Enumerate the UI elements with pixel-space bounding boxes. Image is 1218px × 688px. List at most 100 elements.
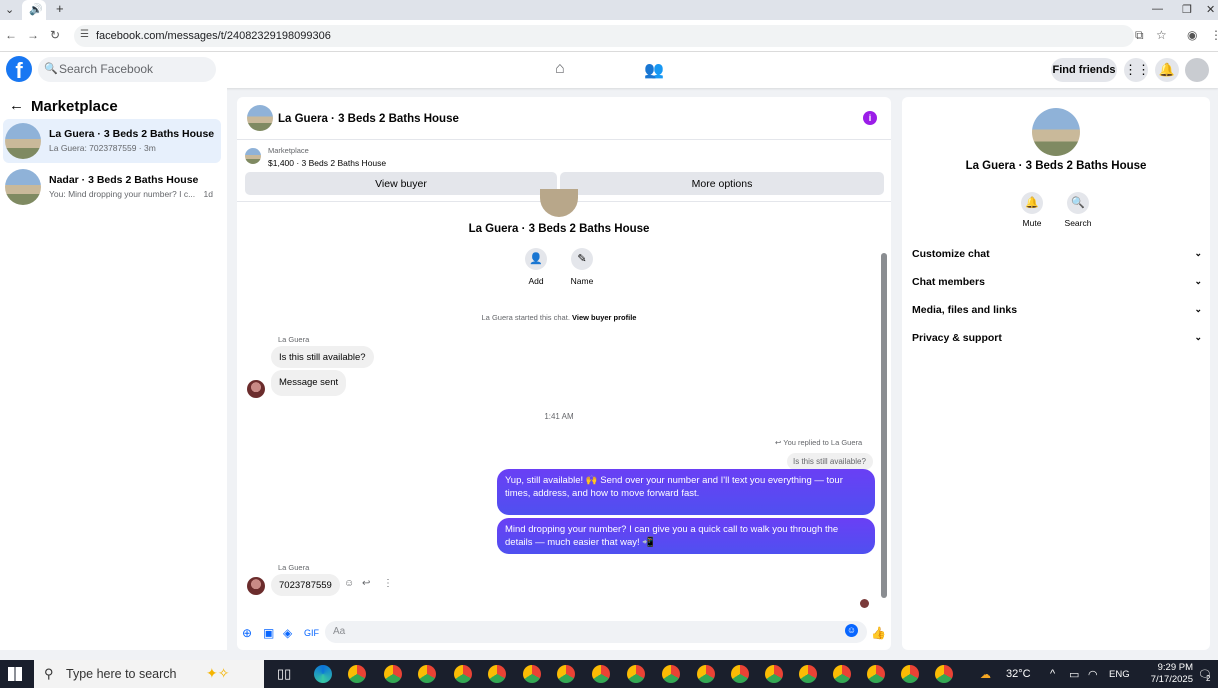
back-arrow-icon[interactable]: ← xyxy=(9,97,24,114)
quoted-message[interactable]: Is this still available? xyxy=(787,453,873,470)
pencil-icon: ✎ xyxy=(571,248,593,270)
chrome-icon[interactable] xyxy=(662,665,680,683)
react-emoji-icon[interactable]: ☺ xyxy=(344,578,354,589)
time-divider: 1:41 AM xyxy=(544,412,574,421)
mute-button[interactable]: 🔔 Mute xyxy=(1012,192,1052,228)
tab-list-icon[interactable]: ⌄ xyxy=(5,3,14,16)
close-window-icon[interactable]: ✕ xyxy=(1206,3,1215,16)
bell-icon: 🔔 xyxy=(1021,192,1043,214)
chevron-up-icon[interactable]: ^ xyxy=(1050,668,1055,680)
chrome-icon[interactable] xyxy=(867,665,885,683)
reply-icon[interactable]: ↩ xyxy=(362,578,370,589)
chrome-icon[interactable] xyxy=(488,665,506,683)
chrome-icon[interactable] xyxy=(384,665,402,683)
taskbar-clock[interactable]: 9:29 PM 7/17/2025 xyxy=(1133,662,1193,686)
sticker-icon[interactable]: ◈ xyxy=(283,626,292,640)
task-view-icon[interactable]: ▯▯ xyxy=(277,666,291,682)
chrome-icon[interactable] xyxy=(935,665,953,683)
chrome-icon[interactable] xyxy=(523,665,541,683)
bookmark-star-icon[interactable]: ☆ xyxy=(1156,28,1167,42)
notifications-bell-icon[interactable]: 🔔 xyxy=(1155,58,1179,82)
install-icon[interactable]: ⧉ xyxy=(1135,28,1144,43)
sender-name: La Guera xyxy=(278,335,310,344)
chat-started-notice: La Guera started this chat. View buyer p… xyxy=(237,313,881,322)
chrome-icon[interactable] xyxy=(592,665,610,683)
site-settings-icon[interactable]: ☰ xyxy=(80,29,89,40)
marketplace-label: Marketplace xyxy=(268,146,309,155)
incoming-message[interactable]: 7023787559 xyxy=(271,574,340,596)
temperature[interactable]: 32°C xyxy=(1006,668,1031,680)
language-indicator[interactable]: ENG xyxy=(1109,669,1130,680)
outgoing-message[interactable]: Yup, still available! 🙌 Send over your n… xyxy=(497,469,875,515)
view-buyer-button[interactable]: View buyer xyxy=(245,172,557,195)
plus-icon[interactable]: ⊕ xyxy=(242,626,252,640)
add-people-button[interactable]: 👤 Add xyxy=(516,248,556,286)
edit-name-button[interactable]: ✎ Name xyxy=(562,248,602,286)
chrome-icon[interactable] xyxy=(557,665,575,683)
chrome-icon[interactable] xyxy=(454,665,472,683)
scrollbar-thumb[interactable] xyxy=(881,253,887,598)
chrome-icon[interactable] xyxy=(348,665,366,683)
customize-chat-section[interactable]: Customize chat ⌄ xyxy=(912,248,1202,260)
chrome-icon[interactable] xyxy=(731,665,749,683)
media-files-links-section[interactable]: Media, files and links ⌄ xyxy=(912,304,1202,316)
chrome-icon[interactable] xyxy=(697,665,715,683)
taskbar-search[interactable]: ⚲ Type here to search ✦✧ xyxy=(34,660,264,688)
conversation-item[interactable]: La Guera · 3 Beds 2 Baths House La Guera… xyxy=(3,119,221,163)
search-input[interactable]: 🔍 Search Facebook xyxy=(38,57,216,82)
find-friends-button[interactable]: Find friends xyxy=(1051,58,1117,82)
chrome-icon[interactable] xyxy=(901,665,919,683)
home-icon[interactable]: ⌂ xyxy=(555,60,565,78)
browser-tab[interactable]: 🔊 xyxy=(22,0,46,20)
search-label: Search xyxy=(1064,218,1092,228)
account-avatar[interactable] xyxy=(1185,58,1209,82)
profile-icon[interactable]: ◉ xyxy=(1187,28,1197,42)
apps-grid-icon[interactable]: ⋮⋮ xyxy=(1124,58,1150,82)
view-buyer-profile-link[interactable]: View buyer profile xyxy=(572,313,636,322)
like-thumb-icon[interactable]: 👍 xyxy=(871,626,886,640)
new-tab-icon[interactable]: + xyxy=(56,1,64,16)
weather-icon[interactable]: ☁ xyxy=(980,668,991,681)
forward-icon[interactable]: → xyxy=(27,28,39,42)
emoji-icon[interactable]: ☺ xyxy=(845,624,858,637)
chrome-icon[interactable] xyxy=(627,665,645,683)
outgoing-message[interactable]: Mind dropping your number? I can give yo… xyxy=(497,518,875,554)
wifi-icon[interactable]: ◠ xyxy=(1088,668,1098,681)
sender-avatar xyxy=(247,577,265,595)
chrome-icon[interactable] xyxy=(799,665,817,683)
chat-scrollbar[interactable] xyxy=(880,203,888,607)
back-icon[interactable]: ← xyxy=(5,28,17,42)
reload-icon[interactable]: ↻ xyxy=(50,28,60,42)
chat-avatar[interactable] xyxy=(247,105,273,131)
url-input[interactable]: ☰ facebook.com/messages/t/24082329198099… xyxy=(74,25,1134,47)
facebook-logo[interactable]: f xyxy=(6,56,32,83)
device-icon[interactable]: ▭ xyxy=(1069,668,1079,681)
windows-start-icon[interactable] xyxy=(8,667,22,681)
sender-avatar xyxy=(247,380,265,398)
message-input[interactable]: Aa ☺ xyxy=(325,621,867,643)
search-conversation-button[interactable]: 🔍 Search xyxy=(1058,192,1098,228)
conversation-sidebar: ← Marketplace La Guera · 3 Beds 2 Baths … xyxy=(0,88,227,650)
chrome-icon[interactable] xyxy=(418,665,436,683)
incoming-message[interactable]: Message sent xyxy=(271,370,347,396)
chrome-icon[interactable] xyxy=(833,665,851,683)
menu-dots-icon[interactable]: ⋮ xyxy=(1210,28,1218,42)
incoming-message[interactable]: Is this still available? xyxy=(271,346,374,368)
more-actions-icon[interactable]: ⋮ xyxy=(383,578,393,589)
listing-title[interactable]: $1,400 · 3 Beds 2 Baths House xyxy=(268,158,386,168)
restore-icon[interactable]: ❐ xyxy=(1182,3,1192,16)
friends-icon[interactable]: 👥 xyxy=(644,60,664,80)
chat-title[interactable]: La Guera · 3 Beds 2 Baths House xyxy=(278,113,459,125)
chat-members-section[interactable]: Chat members ⌄ xyxy=(912,276,1202,288)
edge-browser-icon[interactable] xyxy=(314,665,332,683)
info-icon[interactable]: i xyxy=(863,111,877,125)
more-options-button[interactable]: More options xyxy=(560,172,884,195)
minimize-icon[interactable]: — xyxy=(1152,3,1163,15)
started-text: La Guera started this chat. xyxy=(481,313,570,322)
privacy-support-section[interactable]: Privacy & support ⌄ xyxy=(912,332,1202,344)
gif-icon[interactable]: GIF xyxy=(304,628,319,638)
chat-header: La Guera · 3 Beds 2 Baths House i xyxy=(237,97,891,140)
chrome-icon[interactable] xyxy=(765,665,783,683)
photo-icon[interactable]: ▣ xyxy=(263,626,274,640)
conversation-item[interactable]: Nadar · 3 Beds 2 Baths House You: Mind d… xyxy=(3,165,221,209)
